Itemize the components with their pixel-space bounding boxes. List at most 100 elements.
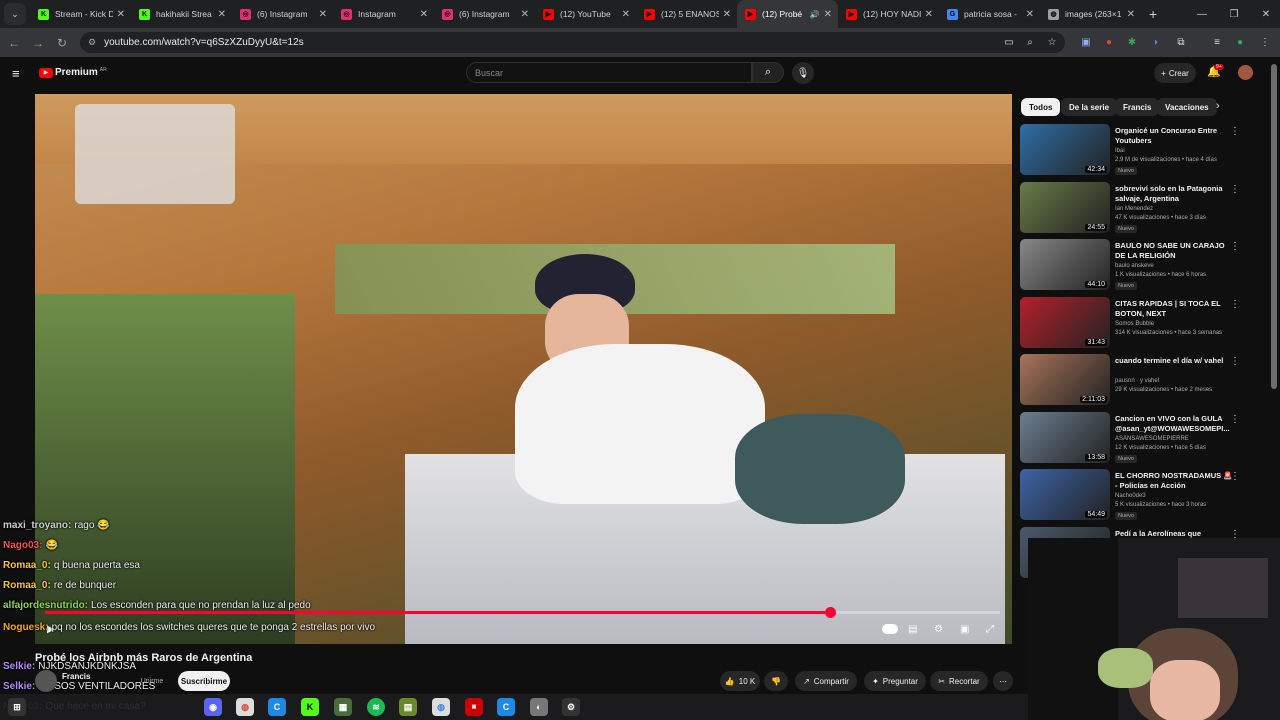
chrome-icon[interactable]: ◍ [236, 698, 254, 716]
tab-close-icon[interactable]: ✕ [1127, 9, 1135, 20]
zoom-icon[interactable]: ⌕ [1019, 32, 1041, 53]
profile-avatar-icon[interactable]: ● [1229, 32, 1251, 53]
bookmark-star-icon[interactable]: ☆ [1041, 32, 1063, 53]
browser-tab[interactable]: ▶ (12) HOY NADI ✕ [838, 0, 939, 28]
fullscreen-icon[interactable]: ⤢ [986, 622, 994, 636]
recommendation-item[interactable]: 24:55 sobreviví solo en la Patagonia salv… [1020, 181, 1260, 237]
video-title[interactable]: sobreviví solo en la Patagonia salvaje, … [1115, 184, 1235, 204]
recommendation-item[interactable]: 44:10 BAULO NO SABE UN CARAJO DE LA RELIG… [1020, 239, 1260, 294]
start-menu-icon[interactable]: ⊞ [8, 698, 26, 716]
more-actions-icon[interactable]: ⋯ [993, 671, 1013, 691]
minecraft-icon[interactable]: ▦ [334, 698, 352, 716]
more-options-icon[interactable]: ⋮ [1230, 299, 1240, 310]
video-title[interactable]: EL CHORRO NOSTRADAMUS 🚨 - Policías en Ac… [1115, 471, 1235, 491]
channel-name[interactable]: ASANSAWESOMEPIERRE [1115, 436, 1189, 442]
filter-chip[interactable]: Vacaciones [1157, 98, 1217, 116]
filter-chip[interactable]: Francis [1115, 98, 1160, 116]
tab-close-icon[interactable]: ✕ [925, 9, 933, 20]
search-icon[interactable]: ⌕ [752, 62, 784, 83]
video-title[interactable]: CITAS RAPIDAS | SI TOCA EL BOTON, NEXT [1115, 299, 1235, 319]
tab-close-icon[interactable]: ✕ [521, 9, 529, 20]
cast-icon[interactable]: ▭ [998, 32, 1020, 53]
app-icon[interactable]: C [497, 698, 515, 716]
browser-tab[interactable]: ◍ images (263×1 ✕ [1040, 0, 1141, 28]
app-icon[interactable]: C [268, 698, 286, 716]
channel-name[interactable]: Francis [62, 672, 90, 681]
subscribe-button[interactable]: Suscribirme [178, 671, 230, 691]
channel-name[interactable]: Ian Menendez [1115, 206, 1153, 212]
more-options-icon[interactable]: ⋮ [1230, 126, 1240, 137]
extension-icon[interactable]: ▣ [1075, 32, 1097, 53]
more-options-icon[interactable]: ⋮ [1230, 356, 1240, 367]
youtube-logo[interactable]: ▶ Premium AR [39, 67, 107, 78]
tab-close-icon[interactable]: ✕ [723, 9, 731, 20]
dislike-button[interactable]: 👎 [764, 671, 788, 691]
extension-icon[interactable]: ● [1098, 32, 1120, 53]
tab-close-icon[interactable]: ✕ [824, 9, 832, 20]
video-thumbnail[interactable]: 54:49 [1020, 469, 1110, 520]
video-title[interactable]: Organicé un Concurso Entre Youtubers [1115, 126, 1235, 146]
join-button[interactable]: Unirme [132, 671, 172, 691]
account-avatar[interactable] [1238, 65, 1253, 80]
search-input[interactable]: Buscar [466, 62, 752, 83]
kick-icon[interactable]: K [301, 698, 319, 716]
video-thumbnail[interactable]: 2:11:03 [1020, 354, 1110, 405]
subtitles-icon[interactable]: ▤ [908, 622, 917, 636]
recommendation-item[interactable]: 31:43 CITAS RAPIDAS | SI TOCA EL BOTON, N… [1020, 296, 1260, 352]
close-window-icon[interactable]: ✕ [1250, 0, 1280, 28]
settings-gear-icon[interactable]: ⚙ [934, 622, 943, 636]
channel-name[interactable]: baulo anskeve [1115, 263, 1154, 269]
tab-close-icon[interactable]: ✕ [319, 9, 327, 20]
video-thumbnail[interactable]: 44:10 [1020, 239, 1110, 290]
browser-tab[interactable]: K Stream - Kick D ✕ [30, 0, 131, 28]
more-options-icon[interactable]: ⋮ [1230, 471, 1240, 482]
extensions-puzzle-icon[interactable]: ⧉ [1170, 32, 1192, 53]
more-options-icon[interactable]: ⋮ [1230, 241, 1240, 252]
tab-close-icon[interactable]: ✕ [622, 9, 630, 20]
tab-search-button[interactable]: ⌄ [4, 3, 26, 25]
site-info-icon[interactable]: ⚙ [88, 37, 96, 48]
recommendation-item[interactable]: 42:34 Organicé un Concurso Entre Youtuber… [1020, 124, 1260, 179]
chevron-right-icon[interactable]: › [1216, 100, 1220, 112]
progress-scrubber[interactable] [825, 607, 836, 618]
extension-icon[interactable]: ✱ [1121, 32, 1143, 53]
video-player[interactable] [35, 94, 1012, 644]
browser-tab[interactable]: ◎ (6) Instagram ✕ [232, 0, 333, 28]
app-icon[interactable]: ◐ [530, 698, 548, 716]
minimize-icon[interactable]: — [1186, 0, 1218, 28]
menu-hamburger-icon[interactable]: ≡ [12, 66, 20, 81]
recommendation-item[interactable]: 2:11:03 cuando termine el día w/ vahel pau… [1020, 354, 1260, 409]
browser-tab[interactable]: ▶ (12) 5 ENANOS ✕ [636, 0, 737, 28]
video-thumbnail[interactable]: 24:55 [1020, 181, 1110, 233]
chrome-icon[interactable]: ◍ [432, 698, 450, 716]
video-title[interactable]: Pedí a la Aerolíneas que [1115, 529, 1235, 539]
miniplayer-icon[interactable]: ▣ [960, 622, 969, 636]
video-thumbnail[interactable]: 13:58 [1020, 411, 1110, 463]
video-title[interactable]: BAULO NO SABE UN CARAJO DE LA RELIGIÓN [1115, 241, 1235, 261]
discord-icon[interactable]: ◉ [204, 698, 222, 716]
channel-name[interactable]: Ibai [1115, 148, 1125, 154]
video-title[interactable]: Cancion en VIVO con la GULA @asan_yt@WOW… [1115, 414, 1235, 434]
browser-tab[interactable]: ◎ (6) Instagram ✕ [434, 0, 535, 28]
app-icon[interactable]: ▤ [399, 698, 417, 716]
browser-tab[interactable]: Khakihakii Strea ✕ [131, 0, 232, 28]
page-scrollbar[interactable] [1271, 64, 1277, 389]
recommendation-item[interactable]: 54:49 EL CHORRO NOSTRADAMUS 🚨 - Policías … [1020, 469, 1260, 524]
create-button[interactable]: + Crear [1154, 63, 1196, 83]
settings-gear-icon[interactable]: ⚙ [562, 698, 580, 716]
spotify-icon[interactable]: ≋ [367, 698, 385, 716]
share-button[interactable]: ↗ Compartir [795, 671, 857, 691]
recommendation-item[interactable]: 13:58 Cancion en VIVO con la GULA @asan_y… [1020, 411, 1260, 467]
maximize-icon[interactable]: ❐ [1218, 0, 1250, 28]
tab-close-icon[interactable]: ✕ [218, 9, 226, 20]
clip-button[interactable]: ✂ Recortar [930, 671, 988, 691]
more-options-icon[interactable]: ⋮ [1230, 414, 1240, 425]
address-bar[interactable]: ⚙ youtube.com/watch?v=q6SzXZuDyyU&t=12s [80, 32, 1065, 53]
new-tab-button[interactable]: + [1149, 6, 1157, 22]
reading-list-icon[interactable]: ≡ [1206, 32, 1228, 53]
back-button[interactable]: ← [2, 36, 26, 50]
channel-avatar[interactable] [35, 670, 57, 692]
tab-close-icon[interactable]: ✕ [117, 9, 125, 20]
browser-tab[interactable]: ▶ (12) YouTube ✕ [535, 0, 636, 28]
channel-name[interactable]: Somos Bubble [1115, 321, 1154, 327]
